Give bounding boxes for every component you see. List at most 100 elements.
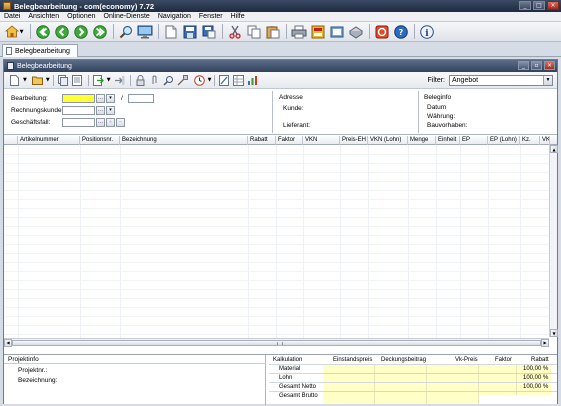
search-button[interactable] xyxy=(117,23,135,40)
maximize-button[interactable]: □ xyxy=(533,1,545,10)
grid-vertical-scrollbar[interactable]: ▲ ▼ xyxy=(549,145,558,337)
grid-column-indicator[interactable] xyxy=(4,136,18,145)
bauvorhaben-label: Bauvorhaben: xyxy=(427,122,468,129)
save-as-button[interactable] xyxy=(200,23,218,40)
attachment-button[interactable] xyxy=(148,74,161,87)
positions-grid: Artikelnummer Positionsnr. Bezeichnung R… xyxy=(4,136,558,347)
chevron-down-icon[interactable]: ▼ xyxy=(23,77,27,83)
preview-button[interactable] xyxy=(309,23,327,40)
scroll-right-button[interactable]: ▶ xyxy=(541,339,549,347)
back-button[interactable] xyxy=(34,23,52,40)
grid-column-line xyxy=(368,145,369,338)
copy-button[interactable] xyxy=(245,23,263,40)
vk-preis-cells[interactable] xyxy=(427,365,479,404)
grid-column-artikelnummer[interactable]: Artikelnummer xyxy=(18,136,80,145)
stop-button[interactable] xyxy=(373,23,391,40)
bearbeitung-field[interactable] xyxy=(62,94,95,103)
grid-column-faktor[interactable]: Faktor xyxy=(276,136,303,145)
filter-select[interactable]: Angebot ▼ xyxy=(449,75,553,86)
document-list-button[interactable] xyxy=(71,74,84,87)
new-document-button[interactable] xyxy=(162,23,180,40)
geschaeftsfall-remove-button[interactable]: − xyxy=(116,118,125,127)
grid-column-kz[interactable]: Kz. xyxy=(520,136,540,145)
projektinfo-header: Projektinfo xyxy=(4,355,266,364)
new-button[interactable] xyxy=(8,74,21,87)
next-button[interactable] xyxy=(91,23,109,40)
mail-button[interactable] xyxy=(328,23,346,40)
copy-document-button[interactable] xyxy=(57,74,70,87)
cut-button[interactable] xyxy=(226,23,244,40)
grid-column-vk[interactable]: VK xyxy=(540,136,550,145)
previous-button[interactable] xyxy=(53,23,71,40)
monitor-button[interactable] xyxy=(136,23,154,40)
help-book-button[interactable]: ? xyxy=(392,23,410,40)
chevron-down-icon[interactable]: ▼ xyxy=(208,77,212,83)
bearbeitung-suffix-field[interactable] xyxy=(128,94,154,103)
lock-button[interactable] xyxy=(134,74,147,87)
save-button[interactable] xyxy=(181,23,199,40)
grid-column-ep-lohn[interactable]: EP (Lohn) xyxy=(488,136,520,145)
menu-navigation[interactable]: Navigation xyxy=(154,13,195,20)
menu-fenster[interactable]: Fenster xyxy=(195,13,227,20)
scroll-left-button[interactable]: ◀ xyxy=(4,339,12,347)
grid-column-vkn-lohn[interactable]: VKN (Lohn) xyxy=(368,136,408,145)
restore-button[interactable]: ▫ xyxy=(531,61,542,70)
calculate-button[interactable] xyxy=(176,74,189,87)
find-button[interactable] xyxy=(162,74,175,87)
separator xyxy=(52,74,54,86)
open-button[interactable] xyxy=(31,74,44,87)
scroll-up-button[interactable]: ▲ xyxy=(550,145,558,153)
bearbeitung-lookup-button[interactable]: … xyxy=(96,94,105,103)
grid-column-menge[interactable]: Menge xyxy=(408,136,436,145)
geschaeftsfall-field[interactable] xyxy=(62,118,95,127)
minimize-button[interactable]: _ xyxy=(519,1,531,10)
grid-column-preis-eh[interactable]: Preis-EH xyxy=(340,136,368,145)
paste-button[interactable] xyxy=(264,23,282,40)
edit-button[interactable] xyxy=(218,74,231,87)
geschaeftsfall-lookup-button[interactable]: … xyxy=(96,118,105,127)
divider xyxy=(418,91,419,133)
clock-button[interactable] xyxy=(193,74,206,87)
geschaeftsfall-add-button[interactable]: + xyxy=(106,118,115,127)
chevron-down-icon[interactable]: ▼ xyxy=(107,77,111,83)
einstandspreis-cells[interactable] xyxy=(323,365,375,404)
export-button[interactable] xyxy=(113,74,126,87)
menu-hilfe[interactable]: Hilfe xyxy=(227,13,249,20)
separator xyxy=(87,74,89,86)
menu-online-dienste[interactable]: Online-Dienste xyxy=(100,13,154,20)
info-button[interactable]: i xyxy=(418,23,436,40)
grid-column-bezeichnung[interactable]: Bezeichnung xyxy=(120,136,248,145)
home-button[interactable]: ▼ xyxy=(2,23,26,40)
close-button[interactable]: × xyxy=(544,61,555,70)
menu-datei[interactable]: Datei xyxy=(0,13,24,20)
tab-belegbearbeitung[interactable]: Belegbearbeitung xyxy=(2,44,78,57)
table-button[interactable] xyxy=(232,74,245,87)
calc-row-gesamt-netto-rabatt: 100,00 % xyxy=(523,384,549,390)
forward-button[interactable] xyxy=(72,23,90,40)
bearbeitung-dropdown-button[interactable]: ▾ xyxy=(106,94,115,103)
statistics-button[interactable] xyxy=(246,74,259,87)
close-button[interactable]: × xyxy=(547,1,559,10)
grid-column-rabatt[interactable]: Rabatt xyxy=(248,136,276,145)
rechnungskunde-lookup-button[interactable]: … xyxy=(96,106,105,115)
grid-column-vkn[interactable]: VKN xyxy=(303,136,340,145)
grid-column-positionsnr[interactable]: Positionsnr. xyxy=(80,136,120,145)
rechnungskunde-dropdown-button[interactable]: ▾ xyxy=(106,106,115,115)
divider xyxy=(272,91,273,133)
menu-ansichten[interactable]: Ansichten xyxy=(24,13,63,20)
grid-column-einheit[interactable]: Einheit xyxy=(436,136,460,145)
grid-column-ep[interactable]: EP xyxy=(460,136,488,145)
import-button[interactable] xyxy=(92,74,105,87)
filter-group: Filter: Angebot ▼ xyxy=(428,75,553,86)
scroll-down-button[interactable]: ▼ xyxy=(550,329,558,337)
minimize-button[interactable]: _ xyxy=(518,61,529,70)
menu-optionen[interactable]: Optionen xyxy=(63,13,99,20)
grid-horizontal-scrollbar[interactable]: ◀ ▶ xyxy=(4,338,549,347)
deckungsbeitrag-cells[interactable] xyxy=(375,365,427,404)
fax-button[interactable] xyxy=(347,23,365,40)
scroll-thumb[interactable] xyxy=(12,340,541,346)
rechnungskunde-field[interactable] xyxy=(62,106,95,115)
chevron-down-icon[interactable]: ▼ xyxy=(46,77,50,83)
print-button[interactable] xyxy=(290,23,308,40)
separator xyxy=(30,24,31,39)
